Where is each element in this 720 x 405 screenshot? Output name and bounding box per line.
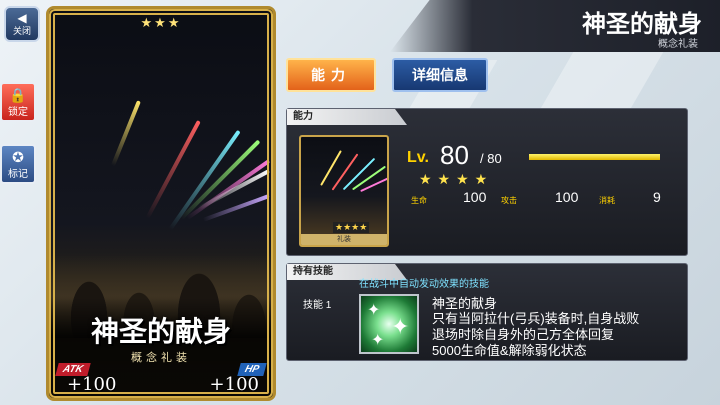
stat-hp-value: 100 [463, 189, 487, 205]
craft-essence-card[interactable]: ★★★ 神圣的献身 概念礼装 ATK HP +100 +100 [46, 6, 276, 401]
hp-value: +100 [209, 374, 259, 395]
page-subtitle: 概念礼装 [658, 39, 698, 50]
skill-hint: 在战斗中自动发动效果的技能 [359, 279, 489, 290]
sparkle-icon: ✦ [371, 332, 385, 349]
level-bar-fill [529, 154, 660, 160]
ability-panel: 能力 ★★★★ 礼装 Lv. 80 / 80 ★★★★ 生命 100 攻击 10… [286, 108, 688, 256]
lock-button[interactable]: 🔒 锁定 [0, 82, 36, 122]
skill-name: 神圣的献身 [432, 296, 498, 311]
card-thumbnail[interactable]: ★★★★ 礼装 [299, 135, 389, 247]
skill-slot-label: 技能 1 [303, 300, 332, 311]
sparkle-skill-icon[interactable]: ✦ ✦ ✦ [359, 294, 419, 354]
mark-label: 标记 [8, 168, 28, 180]
level-value: 80 [440, 140, 469, 170]
level-max: / 80 [480, 151, 502, 166]
lock-label: 锁定 [8, 106, 28, 118]
star-badge-icon: ✪ [12, 148, 24, 165]
tab-detail[interactable]: 详细信息 [392, 58, 488, 92]
card-name: 神圣的献身 [90, 315, 231, 348]
stat-atk-label: 攻击 [501, 196, 517, 205]
lock-icon: 🔒 [9, 86, 27, 103]
rarity-stars: ★★★★ [419, 171, 494, 187]
atk-value: +100 [67, 374, 117, 395]
mark-button[interactable]: ✪ 标记 [0, 144, 36, 184]
close-button[interactable]: ◀ 关闭 [4, 6, 40, 42]
sparkle-icon: ✦ [367, 302, 381, 319]
meteor [110, 100, 141, 167]
skill-desc-line: 5000生命值&解除弱化状态 [432, 343, 587, 358]
level-label: Lv. [407, 149, 429, 166]
level-bar [529, 154, 660, 160]
stat-cost-label: 消耗 [599, 196, 615, 205]
back-arrow-icon: ◀ [17, 10, 27, 25]
skill-desc-line: 退场时除自身外的己方全体回复 [432, 327, 615, 342]
stat-atk-value: 100 [555, 189, 579, 205]
skill-panel: 持有技能 在战斗中自动发动效果的技能 技能 1 ✦ ✦ ✦ 神圣的献身 只有当阿… [286, 263, 688, 361]
thumb-rarity-stars: ★★★★ [333, 222, 370, 233]
stat-hp-label: 生命 [411, 196, 427, 205]
close-label: 关闭 [12, 25, 31, 36]
thumb-label: 礼装 [301, 234, 387, 245]
stat-cost-value: 9 [653, 189, 661, 205]
skill-desc-line: 只有当阿拉什(弓兵)装备时,自身战败 [432, 311, 640, 326]
skill-description: 只有当阿拉什(弓兵)装备时,自身战败 退场时除自身外的己方全体回复 5000生命… [432, 311, 687, 359]
page-title: 神圣的献身 [582, 11, 702, 38]
tab-ability[interactable]: 能力 [286, 58, 376, 92]
card-rarity-stars: ★★★ [140, 15, 182, 30]
ability-panel-heading: 能力 [287, 109, 407, 125]
sparkle-icon: ✦ [391, 314, 410, 339]
